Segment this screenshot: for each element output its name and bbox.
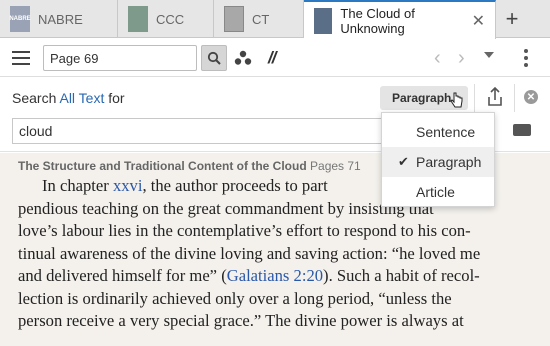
tab-ccc[interactable]: CCC — [118, 0, 214, 38]
hand-cursor-icon — [450, 92, 463, 108]
cross-reference-link[interactable]: xxvi — [113, 176, 143, 195]
book-cover-icon — [224, 6, 244, 32]
tab-label: The Cloud of Unknowing — [340, 5, 415, 36]
visual-filter-icon[interactable] — [234, 50, 252, 66]
back-arrow-icon[interactable]: ‹ — [434, 47, 441, 70]
section-heading: The Structure and Traditional Content of… — [18, 159, 361, 173]
text-line: tinual awareness of the divine loving an… — [18, 243, 481, 263]
checkmark-icon: ✔ — [398, 154, 409, 169]
close-icon[interactable]: ✕ — [472, 11, 485, 31]
menu-item-article[interactable]: Article — [382, 177, 494, 207]
tab-ct[interactable]: CT — [214, 0, 304, 38]
tab-cloud-of-unknowing[interactable]: The Cloud of Unknowing ✕ — [304, 0, 496, 39]
new-tab-button[interactable]: + — [500, 0, 524, 38]
tab-label: NABRE — [38, 11, 83, 27]
keyboard-icon[interactable] — [513, 124, 531, 136]
menu-item-paragraph[interactable]: ✔ Paragraph — [382, 147, 494, 177]
book-cover-icon: NABRE — [9, 6, 31, 32]
page-input[interactable] — [43, 45, 197, 71]
menu-icon[interactable] — [12, 51, 30, 65]
tab-nabre[interactable]: NABRE NABRE — [0, 0, 118, 38]
parallel-resources-button[interactable]: // — [268, 48, 277, 68]
forward-arrow-icon[interactable]: › — [458, 47, 465, 70]
search-mode-menu: Sentence ✔ Paragraph Article — [381, 112, 495, 207]
text-line: love’s labour lies in the contemplative’… — [18, 221, 471, 240]
menu-item-sentence[interactable]: Sentence — [382, 117, 494, 147]
tab-label: CT — [252, 11, 270, 27]
history-dropdown-icon[interactable] — [484, 52, 494, 58]
book-cover-icon — [314, 7, 333, 34]
bible-reference-link[interactable]: Galatians 2:20 — [227, 266, 323, 285]
tab-bar: NABRE NABRE CCC CT The Cloud of Unknowin… — [0, 0, 550, 39]
more-options-icon[interactable] — [524, 49, 528, 70]
tab-label: CCC — [156, 11, 185, 27]
toolbar: // ‹ › — [0, 39, 550, 77]
text-line: person receive a very special grace.” Th… — [18, 311, 464, 330]
search-label: Search All Text for — [12, 90, 125, 106]
share-icon[interactable] — [485, 86, 505, 108]
close-search-icon[interactable]: ✕ — [524, 90, 538, 104]
book-cover-icon — [128, 6, 148, 32]
search-icon — [207, 51, 221, 65]
text-line: and delivered himself for me” (Galatians… — [18, 266, 480, 285]
text-line: lection is ordinarily achieved only over… — [18, 288, 452, 308]
search-scope-link[interactable]: All Text — [59, 90, 104, 106]
search-button[interactable] — [201, 45, 227, 71]
